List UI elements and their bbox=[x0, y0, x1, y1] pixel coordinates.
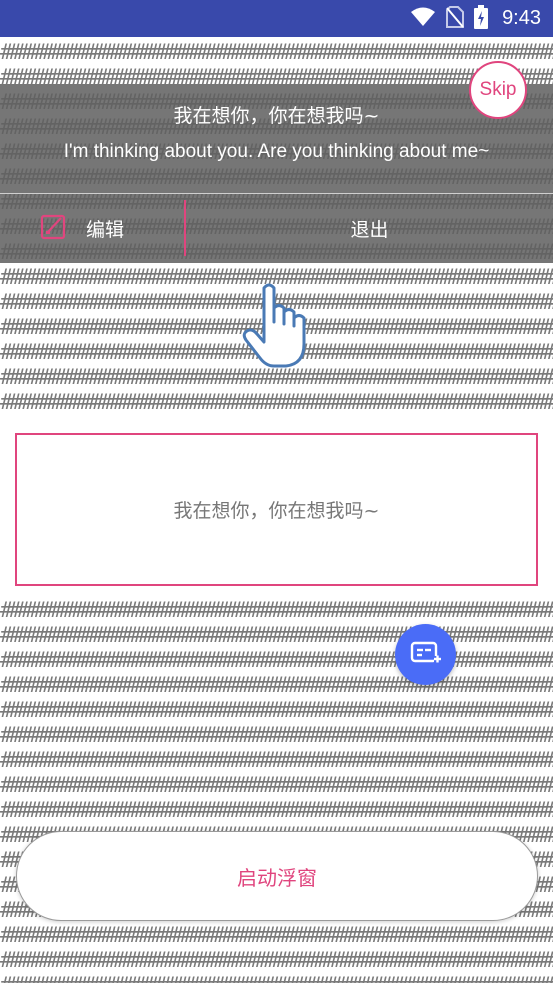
subtitle-text-cn: 我在想你，你在想我吗~ bbox=[173, 105, 380, 127]
hash-pattern-bottom: ########################################… bbox=[0, 598, 553, 983]
exit-button[interactable]: 退出 bbox=[186, 200, 553, 256]
wifi-icon bbox=[410, 7, 436, 31]
subtitle-divider bbox=[0, 193, 553, 194]
add-subtitle-button[interactable] bbox=[395, 624, 456, 685]
no-sim-icon bbox=[446, 5, 465, 32]
skip-button[interactable]: Skip bbox=[469, 61, 527, 119]
exit-label: 退出 bbox=[350, 218, 389, 241]
pointing-hand-icon bbox=[238, 282, 316, 370]
status-icons: 9:43 bbox=[410, 0, 541, 37]
add-subtitle-icon bbox=[410, 640, 442, 670]
edit-button[interactable]: 编辑 bbox=[40, 200, 180, 256]
subtitle-preview-card: 我在想你，你在想我吗~ bbox=[15, 433, 538, 586]
battery-charging-icon bbox=[474, 4, 489, 33]
launch-floating-window-button[interactable]: 启动浮窗 bbox=[16, 831, 538, 921]
clock: 9:43 bbox=[502, 7, 541, 29]
skip-label: Skip bbox=[479, 79, 517, 100]
edit-label: 编辑 bbox=[86, 218, 125, 241]
edit-icon bbox=[40, 212, 68, 244]
subtitle-text-en: I'm thinking about you. Are you thinking… bbox=[63, 141, 490, 162]
status-bar: 9:43 bbox=[0, 0, 553, 37]
preview-text: 我在想你，你在想我吗~ bbox=[173, 500, 380, 522]
launch-label: 启动浮窗 bbox=[237, 865, 317, 890]
